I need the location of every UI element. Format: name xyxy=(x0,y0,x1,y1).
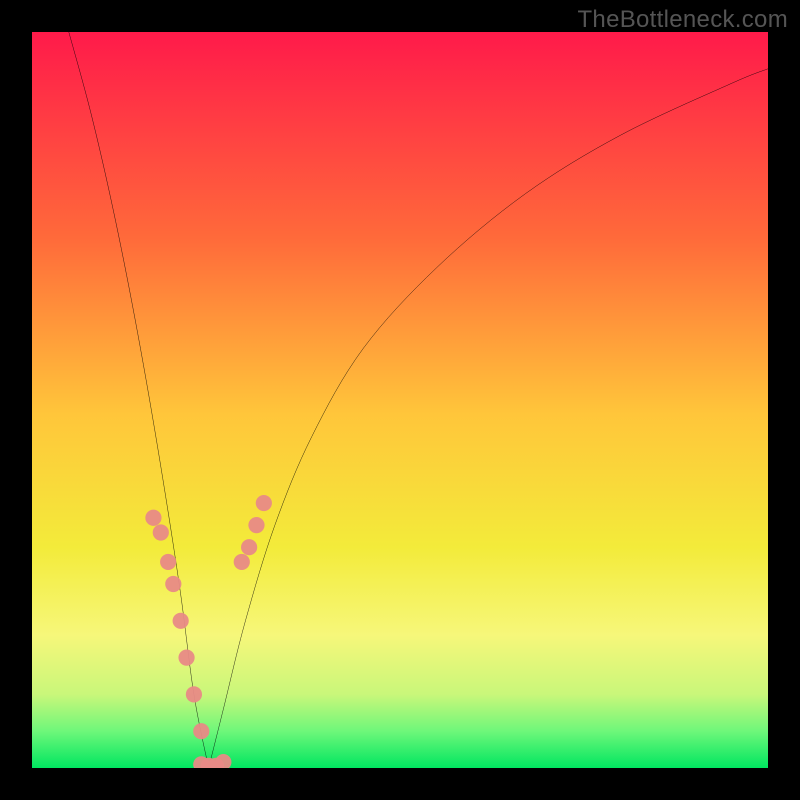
markers-left xyxy=(145,510,209,740)
markers-right xyxy=(234,495,272,570)
watermark-text: TheBottleneck.com xyxy=(577,6,788,34)
right-curve xyxy=(209,69,768,768)
markers-bottom xyxy=(193,754,231,768)
plot-area xyxy=(32,32,768,768)
bottleneck-curve xyxy=(32,32,768,768)
chart-frame: TheBottleneck.com xyxy=(0,0,800,800)
